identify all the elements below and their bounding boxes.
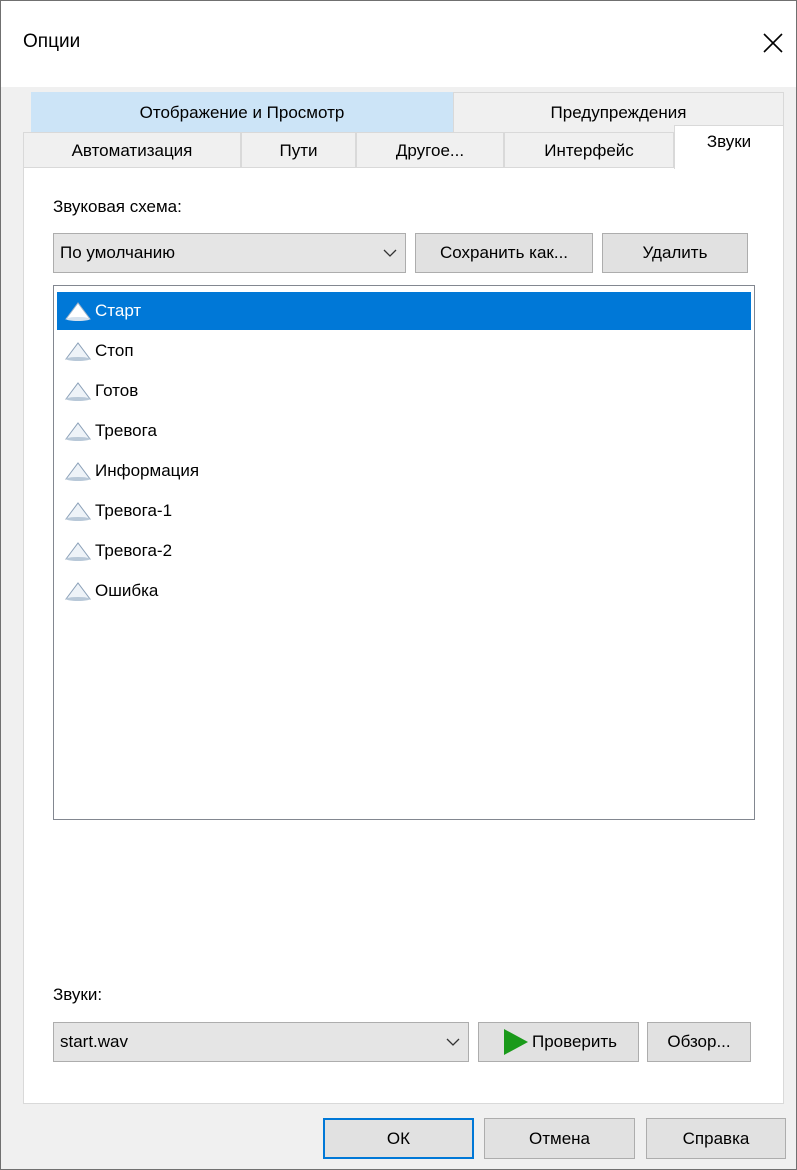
cancel-button[interactable]: Отмена <box>484 1118 635 1159</box>
list-item-information[interactable]: Информация <box>57 452 751 490</box>
window-title: Опции <box>23 31 81 52</box>
speaker-icon <box>65 422 91 441</box>
list-item-label: Стоп <box>95 341 134 360</box>
tab-sounds[interactable]: Звуки <box>674 125 784 169</box>
speaker-icon <box>65 302 91 321</box>
tab-label: Пути <box>279 140 318 160</box>
list-item-alarm[interactable]: Тревога <box>57 412 751 450</box>
list-item-label: Ошибка <box>95 581 159 600</box>
tab-display-and-view[interactable]: Отображение и Просмотр <box>31 92 453 132</box>
list-item-start[interactable]: Старт <box>57 292 751 330</box>
tab-label: Предупреждения <box>550 102 687 122</box>
list-item-label: Информация <box>95 461 200 480</box>
tab-interface[interactable]: Интерфейс <box>504 132 674 168</box>
chevron-down-icon <box>383 249 397 257</box>
help-button[interactable]: Справка <box>646 1118 786 1159</box>
list-item-label: Старт <box>95 301 142 320</box>
speaker-icon <box>65 502 91 521</box>
tab-automation[interactable]: Автоматизация <box>23 132 241 168</box>
close-icon <box>763 33 783 53</box>
list-item-stop[interactable]: Стоп <box>57 332 751 370</box>
list-item-label: Тревога <box>95 421 157 440</box>
play-icon <box>503 1029 528 1055</box>
delete-button[interactable]: Удалить <box>602 233 748 273</box>
list-item-label: Тревога-1 <box>95 501 173 520</box>
list-item-ready[interactable]: Готов <box>57 372 751 410</box>
sound-scheme-value: По умолчанию <box>60 243 175 262</box>
tab-label: Автоматизация <box>71 140 193 160</box>
speaker-icon <box>65 582 91 601</box>
title-bar: Опции <box>1 1 796 87</box>
speaker-icon <box>65 382 91 401</box>
speaker-icon <box>65 542 91 561</box>
list-item-error[interactable]: Ошибка <box>57 572 751 610</box>
sound-scheme-label: Звуковая схема: <box>53 197 182 216</box>
speaker-icon <box>65 462 91 481</box>
tab-other[interactable]: Другое... <box>356 132 504 168</box>
list-item-alarm-1[interactable]: Тревога-1 <box>57 492 751 530</box>
tab-label: Интерфейс <box>544 140 634 160</box>
sounds-label: Звуки: <box>53 985 103 1004</box>
sound-scheme-select[interactable]: По умолчанию <box>53 233 406 273</box>
list-item-label: Готов <box>95 381 139 400</box>
test-button[interactable]: Проверить <box>478 1022 639 1062</box>
list-item-alarm-2[interactable]: Тревога-2 <box>57 532 751 570</box>
chevron-down-icon <box>446 1038 460 1046</box>
sound-file-value: start.wav <box>60 1032 129 1051</box>
sound-file-select[interactable]: start.wav <box>53 1022 469 1062</box>
tab-label: Отображение и Просмотр <box>139 102 345 122</box>
test-button-label: Проверить <box>531 1032 618 1051</box>
ok-button[interactable]: ОК <box>323 1118 474 1159</box>
tab-label: Другое... <box>395 140 465 160</box>
tab-label: Звуки <box>706 132 752 151</box>
browse-button[interactable]: Обзор... <box>647 1022 751 1062</box>
tab-paths[interactable]: Пути <box>241 132 356 168</box>
options-dialog: Опции Отображение и Просмотр Предупрежде… <box>0 0 797 1170</box>
sound-events-list[interactable]: Старт Стоп Готов Тревога Информация Трев… <box>53 285 755 820</box>
save-as-button[interactable]: Сохранить как... <box>415 233 593 273</box>
speaker-icon <box>65 342 91 361</box>
close-button[interactable] <box>753 23 793 63</box>
list-item-label: Тревога-2 <box>95 541 173 560</box>
